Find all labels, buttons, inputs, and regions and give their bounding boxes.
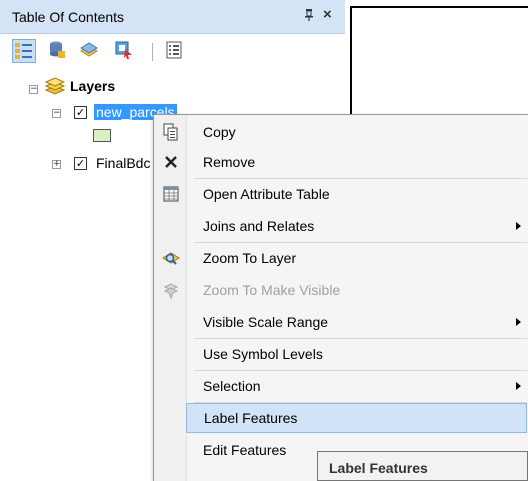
menu-item-label-features[interactable]: Label Features — [186, 403, 527, 433]
menu-item-joins-and-relates[interactable]: Joins and Relates — [156, 211, 527, 241]
toc-toolbar — [0, 34, 345, 70]
options-icon[interactable] — [163, 39, 187, 63]
menu-item-open-attribute-table[interactable]: Open Attribute Table — [156, 179, 527, 209]
layer-context-menu: Copy Remove Open Attribute Table Joins a… — [153, 114, 528, 481]
submenu-arrow-icon — [516, 222, 521, 230]
menu-item-zoom-to-make-visible: Zoom To Make Visible — [156, 275, 527, 305]
zoom-to-make-visible-icon — [162, 281, 180, 300]
menu-item-visible-scale-range[interactable]: Visible Scale Range — [156, 307, 527, 337]
menu-item-remove[interactable]: Remove — [156, 147, 527, 177]
menu-item-selection[interactable]: Selection — [156, 371, 527, 401]
menu-item-zoom-to-layer[interactable]: Zoom To Layer — [156, 243, 527, 273]
menu-item-label: Label Features — [204, 410, 298, 426]
list-by-drawing-order-icon[interactable] — [12, 39, 36, 63]
toc-title: Table Of Contents — [12, 9, 125, 25]
toc-title-bar: Table Of Contents × — [0, 0, 345, 34]
expand-finalbdc-toggle[interactable]: + — [52, 160, 61, 169]
menu-item-label: Joins and Relates — [203, 218, 315, 234]
new-parcels-visibility-checkbox[interactable]: ✓ — [74, 106, 87, 119]
remove-icon — [162, 153, 180, 171]
menu-item-label: Open Attribute Table — [203, 186, 330, 202]
menu-item-label: Selection — [203, 378, 261, 394]
copy-icon — [162, 123, 180, 141]
list-by-selection-icon[interactable] — [113, 39, 137, 63]
collapse-new-parcels-toggle[interactable]: − — [52, 109, 61, 118]
polygon-symbol-swatch[interactable] — [93, 129, 111, 142]
menu-item-label: Zoom To Make Visible — [203, 282, 341, 298]
zoom-to-layer-icon — [162, 249, 180, 267]
tooltip-text: Label Features — [329, 460, 428, 476]
toolbar-separator — [152, 43, 153, 61]
list-by-source-icon[interactable] — [46, 39, 70, 63]
layer-finalbdc[interactable]: FinalBdc — [96, 155, 150, 171]
menu-item-label: Use Symbol Levels — [203, 346, 323, 362]
layers-icon — [44, 77, 66, 100]
menu-item-label: Remove — [203, 154, 256, 170]
menu-item-use-symbol-levels[interactable]: Use Symbol Levels — [156, 339, 527, 369]
label-features-tooltip: Label Features — [317, 451, 528, 481]
menu-item-label: Zoom To Layer — [203, 250, 297, 266]
menu-item-label: Copy — [203, 124, 236, 140]
collapse-layers-toggle[interactable]: − — [29, 85, 38, 94]
list-by-visibility-icon[interactable] — [78, 39, 102, 63]
table-icon — [162, 185, 180, 203]
menu-item-copy[interactable]: Copy — [156, 117, 527, 147]
submenu-arrow-icon — [516, 318, 521, 326]
submenu-arrow-icon — [516, 382, 521, 390]
finalbdc-visibility-checkbox[interactable]: ✓ — [74, 157, 87, 170]
layers-root-label[interactable]: Layers — [70, 78, 115, 94]
pin-icon[interactable] — [304, 9, 314, 24]
menu-item-label: Edit Features — [203, 442, 287, 458]
close-icon[interactable]: × — [323, 6, 332, 23]
menu-item-label: Visible Scale Range — [203, 314, 329, 330]
